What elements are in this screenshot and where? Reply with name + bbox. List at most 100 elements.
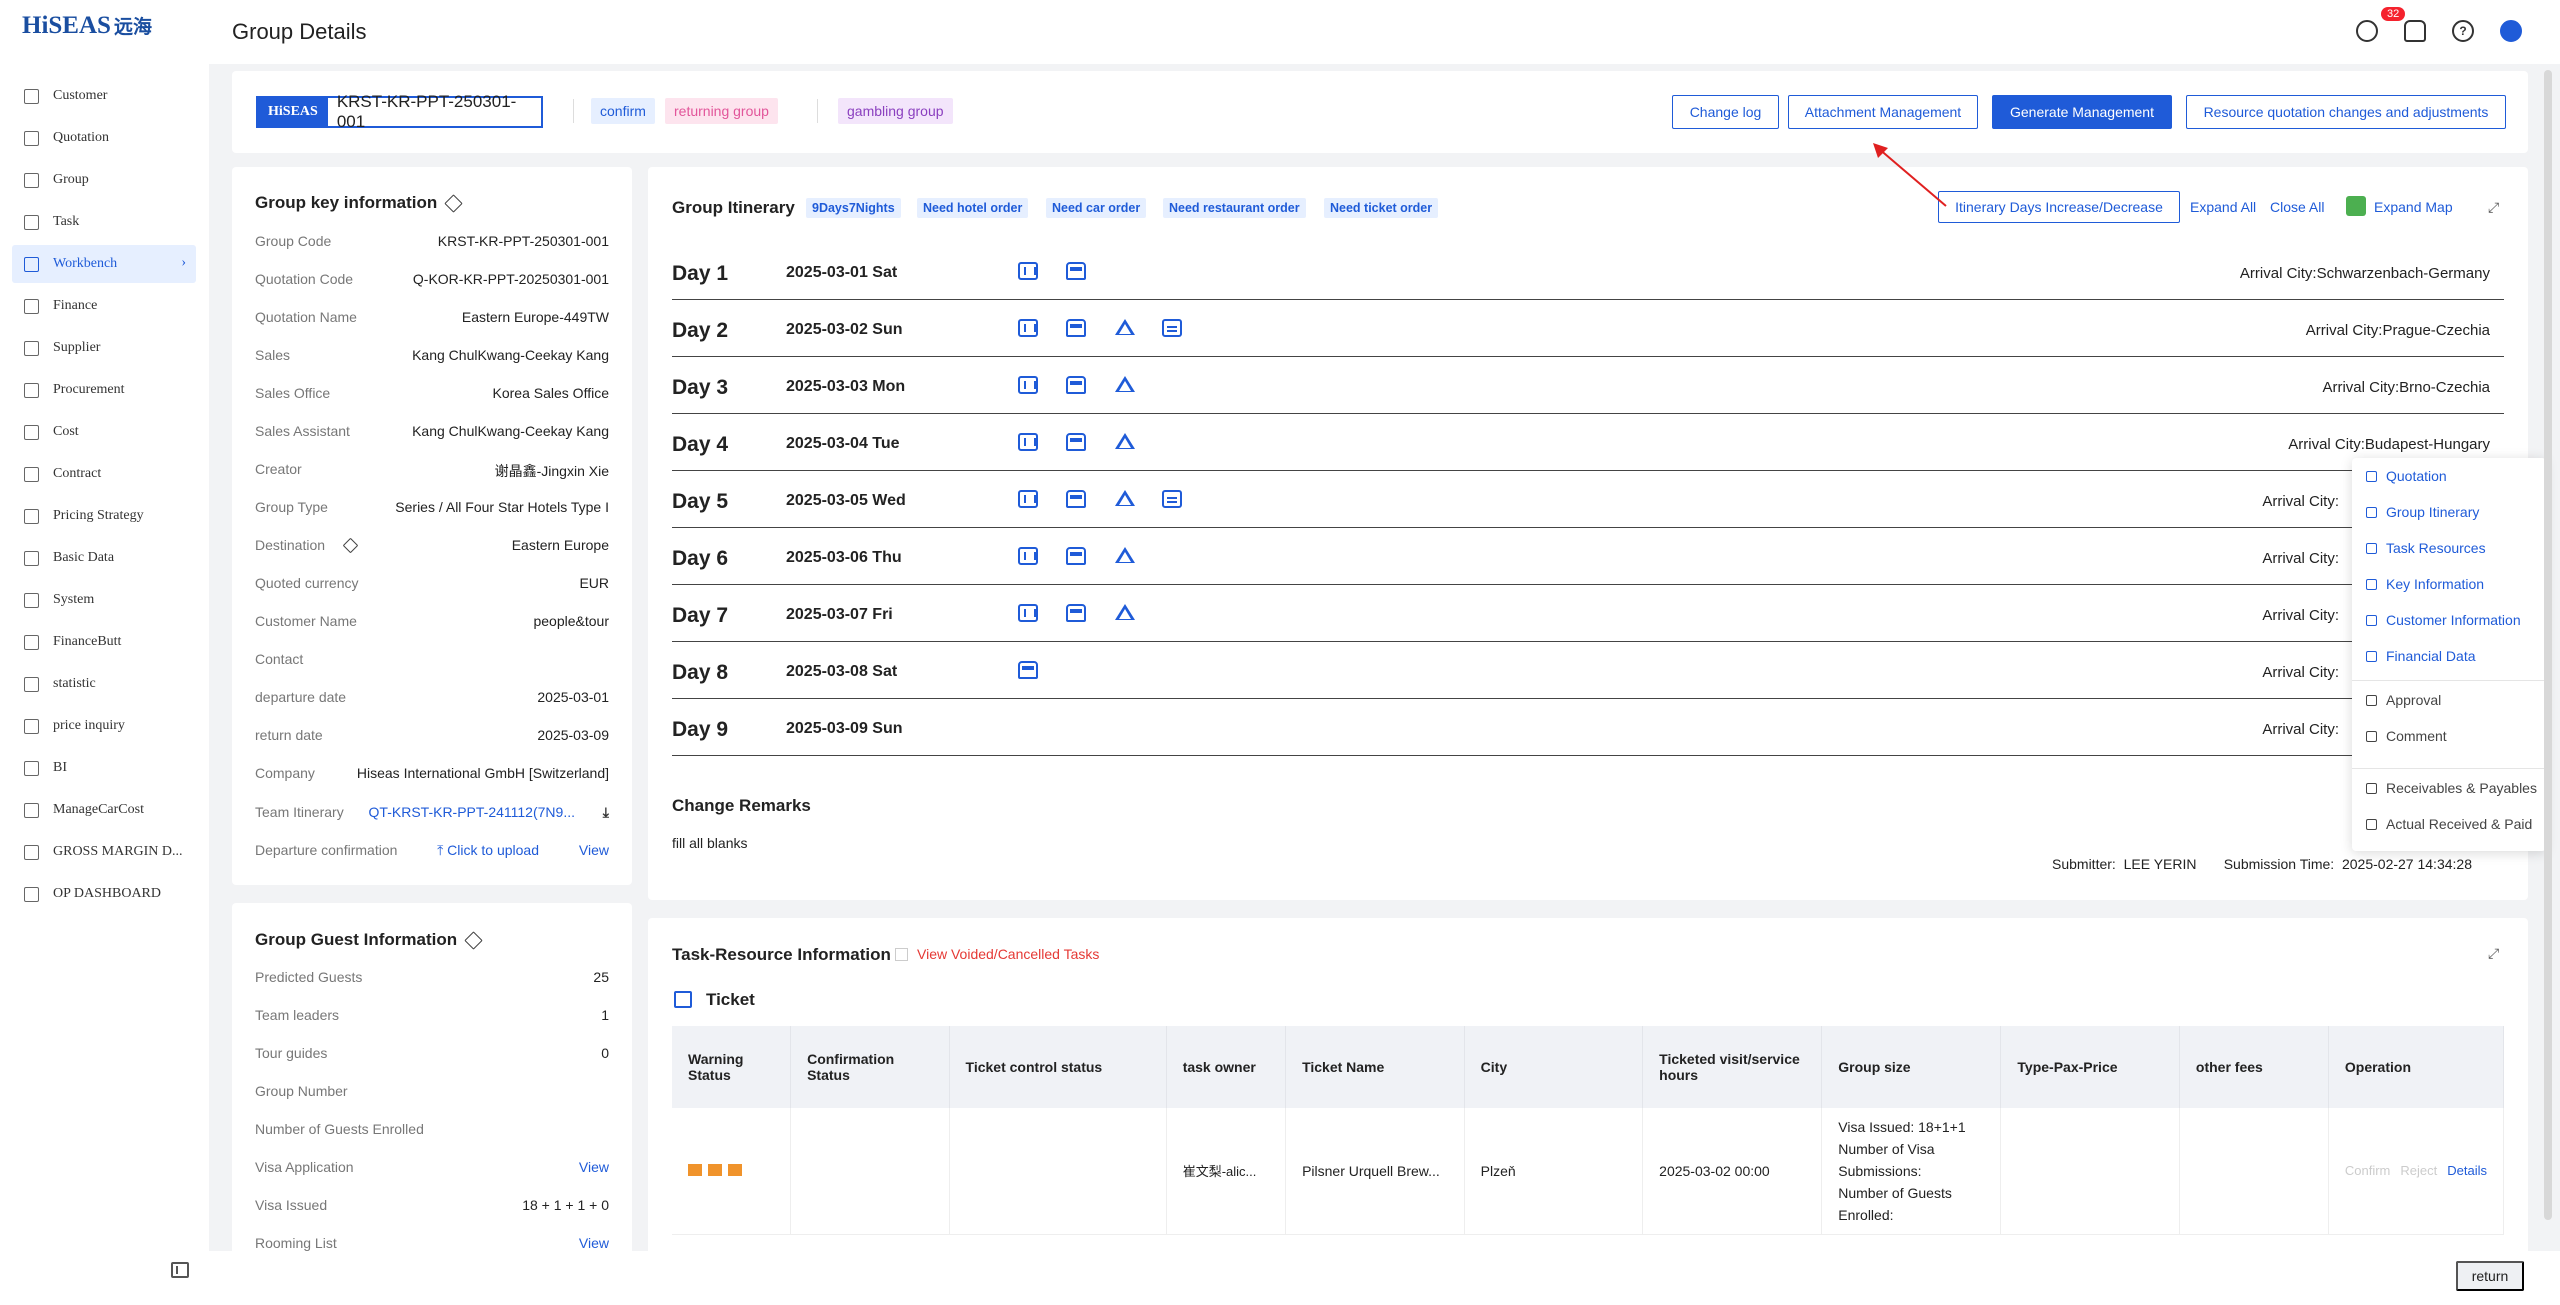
bus-icon[interactable]	[1066, 547, 1086, 565]
menu-item-comment[interactable]: Comment	[2366, 728, 2447, 744]
view-link[interactable]: View	[579, 1159, 609, 1175]
tent-icon[interactable]	[1114, 319, 1136, 337]
vertical-scrollbar[interactable]	[2544, 70, 2552, 1220]
people-warning-icon[interactable]	[728, 1163, 742, 1176]
sidebar-item-workbench[interactable]: Workbench ›	[12, 245, 196, 283]
tag-need-hotel: Need hotel order	[917, 198, 1029, 218]
sidebar-item-basic-data[interactable]: Basic Data	[12, 539, 196, 577]
arrival-city: Arrival City:	[2262, 607, 2339, 624]
hotel-icon[interactable]	[1018, 604, 1038, 622]
expand-map-link[interactable]: Expand Map	[2374, 199, 2453, 215]
itinerary-day-row[interactable]: Day 4 2025-03-04 Tue Arrival City:Budapest…	[672, 415, 2504, 471]
sidebar-item-statistic[interactable]: statistic	[12, 665, 196, 703]
bus-icon[interactable]	[1066, 433, 1086, 451]
itinerary-day-row[interactable]: Day 6 2025-03-06 Thu Arrival City:	[672, 529, 2504, 585]
download-icon[interactable]: ⤓	[603, 804, 609, 821]
expand-all-link[interactable]: Expand All	[2190, 199, 2256, 215]
sidebar-item-customer[interactable]: Customer	[12, 77, 196, 115]
upload-link[interactable]: ⤒ Click to upload	[437, 842, 539, 859]
change-log-button[interactable]: Change log	[1672, 95, 1779, 129]
tent-icon[interactable]	[1114, 547, 1136, 565]
sidebar-item-task[interactable]: Task	[12, 203, 196, 241]
sidebar-item-pricing-strategy[interactable]: Pricing Strategy	[12, 497, 196, 535]
hotel-icon[interactable]	[1018, 262, 1038, 280]
itinerary-day-row[interactable]: Day 1 2025-03-01 Sat Arrival City:Schwarze…	[672, 244, 2504, 300]
tent-icon[interactable]	[1114, 376, 1136, 394]
ticket-icon[interactable]	[1162, 490, 1182, 508]
search-icon[interactable]	[2356, 20, 2378, 42]
menu-icon	[2366, 694, 2377, 706]
collapse-sidebar-icon[interactable]	[171, 1262, 189, 1278]
bus-icon[interactable]	[1066, 262, 1086, 280]
map-icon[interactable]	[2346, 196, 2366, 216]
bus-icon[interactable]	[1066, 319, 1086, 337]
menu-item-financial-data[interactable]: Financial Data	[2366, 648, 2476, 664]
sidebar-item-cost[interactable]: Cost	[12, 413, 196, 451]
reject-link[interactable]: Reject	[2400, 1163, 2437, 1178]
attachment-management-button[interactable]: Attachment Management	[1788, 95, 1978, 129]
sidebar-item-financebutt[interactable]: FinanceButt	[12, 623, 196, 661]
voided-checkbox[interactable]	[895, 948, 908, 961]
view-link[interactable]: View	[579, 1235, 609, 1251]
hotel-icon[interactable]	[1018, 490, 1038, 508]
sidebar-item-procurement[interactable]: Procurement	[12, 371, 196, 409]
itinerary-day-row[interactable]: Day 9 2025-03-09 Sun Arrival City:	[672, 700, 2504, 756]
bus-icon[interactable]	[1066, 604, 1086, 622]
hotel-icon[interactable]	[1018, 433, 1038, 451]
tent-icon[interactable]	[1114, 433, 1136, 451]
edit-guest-info-icon[interactable]	[464, 931, 483, 950]
tent-icon[interactable]	[1114, 604, 1136, 622]
generate-management-button[interactable]: Generate Management	[1992, 95, 2172, 129]
hotel-icon[interactable]	[1018, 376, 1038, 394]
details-link[interactable]: Details	[2447, 1163, 2487, 1178]
team-itinerary-link[interactable]: QT-KRST-KR-PPT-241112(7N9...	[369, 804, 575, 820]
sidebar-item-group[interactable]: Group	[12, 161, 196, 199]
itinerary-day-row[interactable]: Day 2 2025-03-02 Sun Arrival City:Prague-C…	[672, 301, 2504, 357]
menu-item-quotation[interactable]: Quotation	[2366, 468, 2447, 484]
confirm-link[interactable]: Confirm	[2345, 1163, 2391, 1178]
bell-icon[interactable]	[2404, 20, 2426, 42]
itinerary-day-row[interactable]: Day 3 2025-03-03 Mon Arrival City:Brno-Cze…	[672, 358, 2504, 414]
user-avatar-icon[interactable]	[2500, 20, 2522, 42]
sidebar-item-managecarcost[interactable]: ManageCarCost	[12, 791, 196, 829]
itinerary-day-row[interactable]: Day 5 2025-03-05 Wed Arrival City:	[672, 472, 2504, 528]
tent-icon[interactable]	[1114, 490, 1136, 508]
sidebar-item-finance[interactable]: Finance	[12, 287, 196, 325]
sidebar-item-op-dashboard[interactable]: OP DASHBOARD	[12, 875, 196, 913]
fullscreen-icon[interactable]: ⤢	[2488, 199, 2499, 216]
task-fullscreen-icon[interactable]: ⤢	[2488, 945, 2499, 962]
sidebar-item-bi[interactable]: BI	[12, 749, 196, 787]
menu-item-key-information[interactable]: Key Information	[2366, 576, 2484, 592]
sidebar-item-supplier[interactable]: Supplier	[12, 329, 196, 367]
menu-item-actual-received-paid[interactable]: Actual Received & Paid	[2366, 816, 2532, 832]
folder-warning-icon[interactable]	[688, 1163, 702, 1176]
view-link[interactable]: View	[579, 842, 609, 858]
menu-item-customer-information[interactable]: Customer Information	[2366, 612, 2521, 628]
ticket-warning-icon[interactable]	[708, 1163, 722, 1176]
menu-item-task-resources[interactable]: Task Resources	[2366, 540, 2486, 556]
sidebar-item-system[interactable]: System	[12, 581, 196, 619]
hotel-icon[interactable]	[1018, 319, 1038, 337]
hotel-icon[interactable]	[1018, 547, 1038, 565]
bus-icon[interactable]	[1066, 376, 1086, 394]
itinerary-day-row[interactable]: Day 7 2025-03-07 Fri Arrival City:	[672, 586, 2504, 642]
ticket-icon[interactable]	[1162, 319, 1182, 337]
bus-icon[interactable]	[1066, 490, 1086, 508]
sidebar-item-price-inquiry[interactable]: price inquiry	[12, 707, 196, 745]
resource-quotation-button[interactable]: Resource quotation changes and adjustmen…	[2186, 95, 2506, 129]
sidebar-item-quotation[interactable]: Quotation	[12, 119, 196, 157]
sidebar-item-gross-margin-d[interactable]: GROSS MARGIN D...	[12, 833, 196, 871]
itinerary-days-button[interactable]: Itinerary Days Increase/Decrease	[1938, 191, 2180, 223]
sidebar-item-contract[interactable]: Contract	[12, 455, 196, 493]
edit-destination-icon[interactable]	[342, 537, 359, 554]
bus-icon[interactable]	[1018, 661, 1038, 679]
menu-item-approval[interactable]: Approval	[2366, 692, 2441, 708]
close-all-link[interactable]: Close All	[2270, 199, 2324, 215]
itinerary-day-row[interactable]: Day 8 2025-03-08 Sat Arrival City:	[672, 643, 2504, 699]
menu-item-group-itinerary[interactable]: Group Itinerary	[2366, 504, 2479, 520]
help-icon[interactable]: ?	[2452, 20, 2474, 42]
app-logo[interactable]: HiSEAS 远海	[22, 12, 152, 40]
edit-key-info-icon[interactable]	[444, 194, 463, 213]
return-button[interactable]: return	[2456, 1261, 2524, 1291]
menu-item-receivables-payables[interactable]: Receivables & Payables	[2366, 780, 2537, 796]
